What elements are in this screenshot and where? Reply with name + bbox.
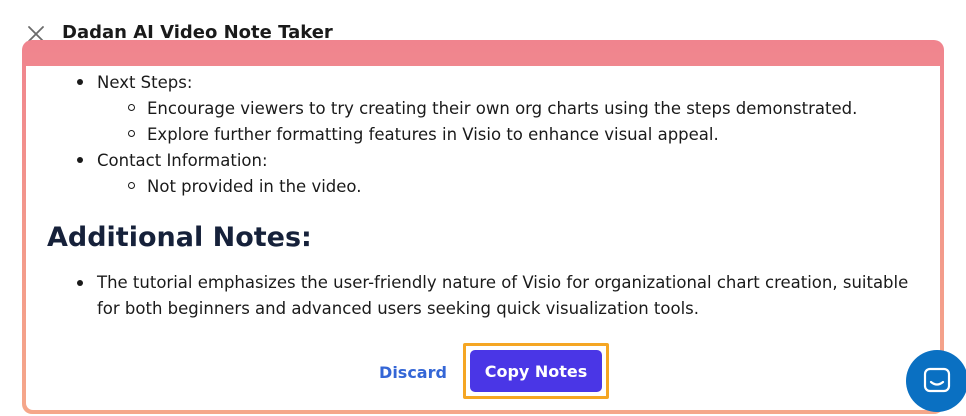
contact-item: Not provided in the video. xyxy=(147,177,362,196)
bullet-circle-icon xyxy=(128,130,135,137)
bullet-circle-icon xyxy=(128,182,135,189)
bullet-disc-icon xyxy=(77,280,83,286)
contact-label: Contact Information: xyxy=(97,151,268,170)
bullet-circle-icon xyxy=(128,104,135,111)
copy-notes-button[interactable]: Copy Notes xyxy=(470,350,602,392)
next-steps-item: Encourage viewers to try creating their … xyxy=(147,99,858,118)
chat-icon xyxy=(923,367,951,393)
bullet-disc-icon xyxy=(77,157,83,163)
next-steps-item: Explore further formatting features in V… xyxy=(147,125,719,144)
bullet-disc-icon xyxy=(77,79,83,85)
discard-button[interactable]: Discard xyxy=(376,356,450,388)
additional-notes-item: The tutorial emphasizes the user-friendl… xyxy=(97,273,909,318)
additional-notes-heading: Additional Notes: xyxy=(47,222,312,253)
next-steps-label: Next Steps: xyxy=(97,73,193,92)
chat-launcher-button[interactable] xyxy=(906,350,966,412)
